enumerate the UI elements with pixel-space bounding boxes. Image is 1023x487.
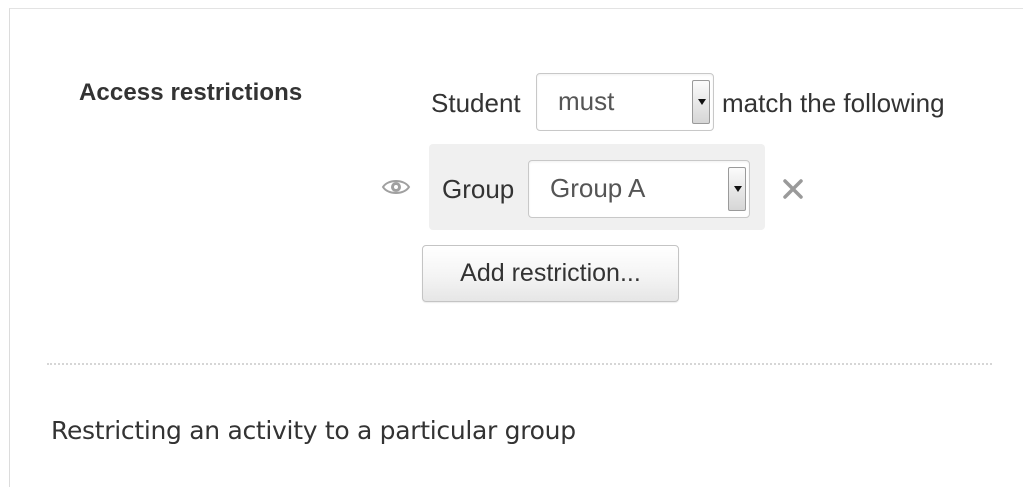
caption: Restricting an activity to a particular …: [51, 416, 576, 445]
group-label: Group: [442, 174, 515, 204]
close-icon[interactable]: [780, 176, 806, 202]
match-following-label: match the following: [722, 88, 945, 118]
group-select-value: Group A: [550, 173, 646, 203]
must-select-value: must: [558, 86, 615, 116]
student-label: Student: [431, 88, 521, 118]
divider: [47, 363, 992, 365]
chevron-down-icon: [728, 167, 746, 211]
eye-icon[interactable]: [381, 176, 411, 198]
access-restrictions-label: Access restrictions: [79, 79, 303, 106]
group-select[interactable]: Group A: [528, 160, 750, 218]
add-restriction-button[interactable]: Add restriction...: [422, 245, 679, 302]
must-select[interactable]: must: [536, 73, 714, 131]
chevron-down-icon: [692, 80, 710, 124]
